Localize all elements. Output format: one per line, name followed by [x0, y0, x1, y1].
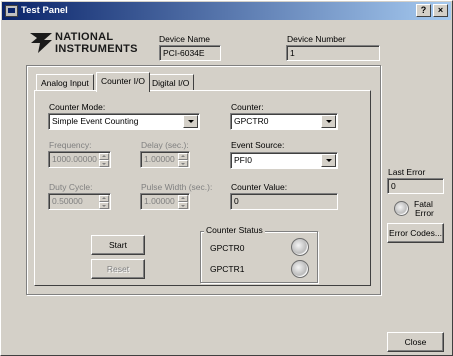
device-name-label: Device Name — [159, 34, 211, 44]
counter-value-label: Counter Value: — [231, 182, 288, 192]
pulse-width-spinner[interactable] — [178, 195, 188, 209]
reset-button[interactable]: Reset — [91, 259, 145, 279]
test-panel-window: Test Panel ? × NATIONAL INSTRUMENTS Devi… — [0, 0, 453, 356]
duty-cycle-field[interactable]: 0.50000 — [48, 193, 111, 210]
delay-label: Delay (sec.): — [141, 140, 189, 150]
start-button[interactable]: Start — [91, 235, 145, 255]
last-error-label: Last Error — [388, 167, 426, 177]
frequency-spinner[interactable] — [99, 153, 109, 167]
eagle-logo-icon — [30, 33, 52, 53]
counter-value: GPCTR0 — [234, 116, 269, 126]
tab-analog-input[interactable]: Analog Input — [36, 74, 94, 91]
status-gpctr1-label: GPCTR1 — [210, 264, 245, 274]
frequency-label: Frequency: — [49, 140, 92, 150]
last-error-field: 0 — [387, 178, 444, 194]
help-button[interactable]: ? — [416, 4, 431, 17]
tab-counter-io[interactable]: Counter I/O — [96, 72, 150, 92]
delay-field[interactable]: 1.00000 — [140, 151, 190, 168]
counter-select[interactable]: GPCTR0 — [230, 113, 338, 130]
tab-analog-input-label: Analog Input — [41, 78, 89, 88]
last-error-value: 0 — [391, 181, 396, 191]
counter-label: Counter: — [231, 102, 264, 112]
close-button[interactable]: Close — [387, 332, 444, 352]
duty-cycle-value: 0.50000 — [52, 196, 83, 206]
close-button-label: Close — [404, 337, 427, 347]
pulse-width-label: Pulse Width (sec.): — [141, 182, 213, 192]
chevron-down-icon[interactable] — [321, 154, 336, 167]
national-instruments-logo: NATIONAL INSTRUMENTS — [28, 30, 138, 57]
device-number-label: Device Number — [287, 34, 346, 44]
gpctr0-status-led — [291, 238, 309, 256]
counter-mode-value: Simple Event Counting — [52, 116, 139, 126]
frequency-value: 1000.00000 — [52, 154, 97, 164]
reset-button-label: Reset — [106, 264, 130, 274]
counter-value-readout: 0 — [234, 196, 239, 206]
start-button-label: Start — [109, 240, 127, 250]
event-source-select[interactable]: PFI0 — [230, 152, 338, 169]
frequency-field[interactable]: 1000.00000 — [48, 151, 111, 168]
logo-line-1: NATIONAL — [55, 31, 114, 43]
fatal-error-label-line-2: Error — [415, 208, 434, 218]
chevron-down-icon[interactable] — [183, 115, 198, 128]
device-name-value: PCI-6034E — [163, 48, 205, 58]
window-title: Test Panel — [21, 5, 68, 16]
status-gpctr0-label: GPCTR0 — [210, 243, 245, 253]
title-bar[interactable]: Test Panel ? × — [2, 2, 451, 20]
fatal-error-led — [394, 201, 409, 216]
device-number-field: 1 — [286, 45, 380, 61]
app-icon — [5, 5, 18, 17]
counter-status-label: Counter Status — [204, 225, 265, 235]
counter-value-field: 0 — [230, 193, 338, 210]
tab-digital-io[interactable]: Digital I/O — [147, 74, 195, 91]
logo-line-2: INSTRUMENTS — [55, 43, 138, 55]
pulse-width-field[interactable]: 1.00000 — [140, 193, 190, 210]
error-codes-button-label: Error Codes... — [389, 228, 442, 238]
pulse-width-value: 1.00000 — [144, 196, 175, 206]
counter-mode-label: Counter Mode: — [49, 102, 106, 112]
event-source-value: PFI0 — [234, 155, 252, 165]
counter-mode-select[interactable]: Simple Event Counting — [48, 113, 200, 130]
duty-cycle-spinner[interactable] — [99, 195, 109, 209]
error-codes-button[interactable]: Error Codes... — [387, 223, 444, 243]
chevron-down-icon[interactable] — [321, 115, 336, 128]
event-source-label: Event Source: — [231, 140, 285, 150]
delay-spinner[interactable] — [178, 153, 188, 167]
delay-value: 1.00000 — [144, 154, 175, 164]
tab-counter-io-label: Counter I/O — [101, 76, 145, 86]
tab-digital-io-label: Digital I/O — [152, 78, 190, 88]
counter-io-panel: Counter Mode: Simple Event Counting Coun… — [34, 90, 371, 286]
duty-cycle-label: Duty Cycle: — [49, 182, 93, 192]
device-name-field: PCI-6034E — [159, 45, 221, 61]
device-number-value: 1 — [290, 48, 295, 58]
gpctr1-status-led — [291, 260, 309, 278]
close-window-button[interactable]: × — [433, 4, 448, 17]
